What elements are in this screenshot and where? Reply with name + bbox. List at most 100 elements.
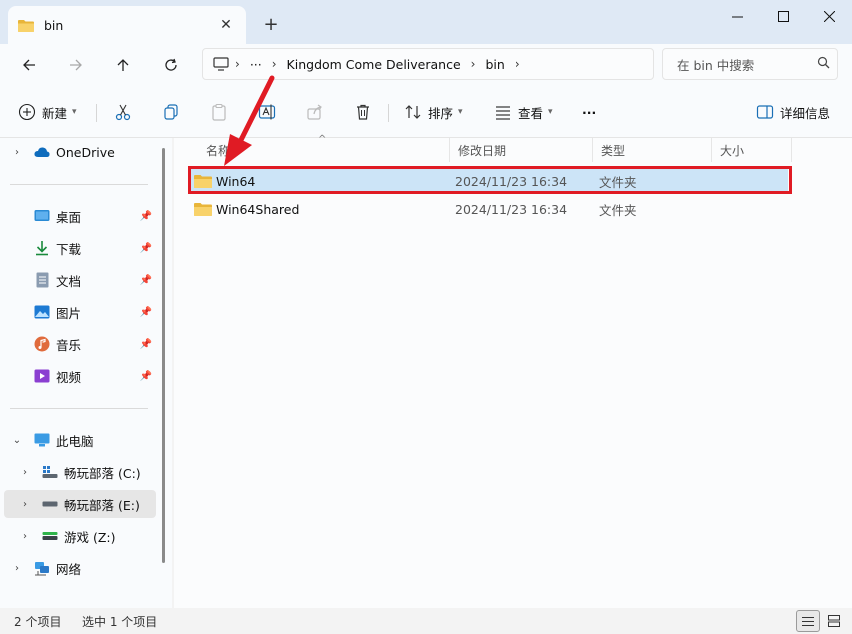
- sidebar-divider: [10, 184, 148, 185]
- up-button[interactable]: [108, 52, 138, 78]
- details-pane-button[interactable]: 详细信息: [756, 100, 830, 124]
- sidebar-item-label: 游戏 (Z:): [64, 529, 116, 545]
- sidebar-item-label: 文档: [56, 273, 82, 289]
- sidebar-item-onedrive[interactable]: › OneDrive: [0, 138, 158, 166]
- delete-button[interactable]: [354, 100, 378, 124]
- selection-count: 选中 1 个项目: [82, 615, 158, 629]
- pin-icon: 📌: [139, 210, 152, 222]
- sidebar-item-drive-z[interactable]: › 游戏 (Z:): [0, 522, 158, 550]
- sidebar-item-music[interactable]: 音乐 📌: [0, 330, 158, 358]
- minimize-icon: [731, 16, 743, 17]
- system-drive-icon: [42, 464, 58, 480]
- copy-button[interactable]: [162, 100, 186, 124]
- details-view-icon: [802, 616, 814, 626]
- column-header-size[interactable]: 大小: [712, 138, 792, 162]
- sidebar-item-pictures[interactable]: 图片 📌: [0, 298, 158, 326]
- tab-close-button[interactable]: ✕: [216, 17, 236, 33]
- file-row-win64shared[interactable]: Win64Shared 2024/11/23 16:34 文件夹: [190, 196, 788, 222]
- share-icon: [306, 103, 324, 121]
- column-header-type[interactable]: 类型: [593, 138, 712, 162]
- refresh-button[interactable]: [156, 52, 186, 78]
- close-window-button[interactable]: [806, 0, 852, 32]
- tiles-view-icon: [828, 615, 840, 627]
- title-bar: bin ✕ +: [0, 0, 852, 44]
- clipboard-icon: [210, 103, 228, 121]
- view-button-label: 查看: [518, 105, 544, 121]
- breadcrumb-separator: ›: [470, 57, 476, 71]
- sidebar-divider: [10, 408, 148, 409]
- computer-icon: [34, 432, 50, 448]
- address-row: › ··· › Kingdom Come Deliverance › bin ›…: [0, 44, 852, 86]
- breadcrumb-ellipsis[interactable]: ···: [250, 57, 262, 72]
- tab-bin[interactable]: bin ✕: [8, 6, 246, 44]
- arrow-right-icon: [70, 59, 82, 71]
- sidebar-item-label: 此电脑: [56, 433, 94, 449]
- column-header-date[interactable]: 修改日期: [450, 138, 593, 162]
- sidebar-item-documents[interactable]: 文档 📌: [0, 266, 158, 294]
- breadcrumb-kingdom-come[interactable]: Kingdom Come Deliverance: [287, 57, 461, 72]
- maximize-button[interactable]: [760, 0, 806, 32]
- search-box[interactable]: 在 bin 中搜索: [662, 48, 838, 80]
- share-button[interactable]: [306, 100, 330, 124]
- sidebar-item-label: 音乐: [56, 337, 82, 353]
- file-list: ^ 名称 修改日期 类型 大小 Win64 2024/11/23 16:34 文…: [174, 134, 852, 608]
- sort-button[interactable]: 排序 ▾: [404, 100, 463, 124]
- sidebar-item-label: 图片: [56, 305, 82, 321]
- sidebar-item-label: OneDrive: [56, 144, 115, 160]
- network-icon: [34, 560, 50, 576]
- sidebar-item-desktop[interactable]: 桌面 📌: [0, 202, 158, 230]
- chevron-down-icon: ⌄: [12, 434, 22, 446]
- minimize-button[interactable]: [714, 0, 760, 32]
- more-options-button[interactable]: ···: [582, 100, 596, 124]
- chevron-right-icon: ›: [23, 530, 27, 542]
- drive-icon: [42, 496, 58, 512]
- sidebar-item-label: 网络: [56, 561, 82, 577]
- network-drive-icon: [42, 528, 58, 544]
- chevron-right-icon: ›: [23, 498, 27, 510]
- pin-icon: 📌: [139, 370, 152, 382]
- details-pane-label: 详细信息: [780, 105, 831, 121]
- rename-button[interactable]: [258, 100, 282, 124]
- new-button[interactable]: 新建 ▾: [18, 100, 77, 124]
- command-bar: 新建 ▾ 排序 ▾ 查看 ▾ ··· 详细信息: [0, 86, 852, 138]
- new-tab-button[interactable]: +: [258, 12, 284, 38]
- cut-button[interactable]: [114, 100, 138, 124]
- pin-icon: 📌: [139, 242, 152, 254]
- sidebar-item-this-pc[interactable]: ⌄ 此电脑: [0, 426, 158, 454]
- file-name: Win64Shared: [216, 201, 300, 217]
- sidebar-item-label: 下载: [56, 241, 82, 257]
- sidebar-item-drive-c[interactable]: › 畅玩部落 (C:): [0, 458, 158, 486]
- toolbar-divider: [388, 104, 389, 122]
- details-view-button[interactable]: [796, 610, 820, 632]
- sidebar-item-label: 畅玩部落 (C:): [64, 465, 141, 481]
- toolbar-divider: [96, 104, 97, 122]
- sidebar-item-downloads[interactable]: 下载 📌: [0, 234, 158, 262]
- column-header-name[interactable]: 名称: [198, 138, 450, 162]
- back-button[interactable]: [14, 52, 44, 78]
- breadcrumb-separator: ›: [271, 57, 277, 71]
- chevron-down-icon: ▾: [548, 107, 553, 117]
- desktop-icon: [34, 208, 50, 224]
- sidebar-item-videos[interactable]: 视频 📌: [0, 362, 158, 390]
- sidebar-item-network[interactable]: › 网络: [0, 554, 158, 582]
- plus-circle-icon: [18, 103, 36, 121]
- sort-button-label: 排序: [428, 105, 454, 121]
- refresh-icon: [165, 58, 177, 71]
- breadcrumb-bin[interactable]: bin: [485, 57, 504, 72]
- sidebar-scrollbar[interactable]: [162, 148, 165, 563]
- forward-button[interactable]: [61, 52, 91, 78]
- close-icon: [823, 10, 835, 22]
- search-input[interactable]: 在 bin 中搜索: [677, 55, 809, 74]
- picture-icon: [34, 304, 50, 320]
- tiles-view-button[interactable]: [822, 610, 846, 632]
- view-button[interactable]: 查看 ▾: [494, 100, 553, 124]
- folder-icon: [194, 203, 212, 216]
- breadcrumb-separator: ›: [514, 57, 520, 71]
- sidebar-item-drive-e[interactable]: › 畅玩部落 (E:): [4, 490, 156, 518]
- details-pane-icon: [756, 103, 774, 121]
- chevron-down-icon: ▾: [72, 107, 77, 117]
- paste-button[interactable]: [210, 100, 234, 124]
- address-bar[interactable]: › ··· › Kingdom Come Deliverance › bin ›: [202, 48, 654, 80]
- trash-icon: [354, 103, 372, 121]
- chevron-right-icon: ›: [15, 146, 19, 158]
